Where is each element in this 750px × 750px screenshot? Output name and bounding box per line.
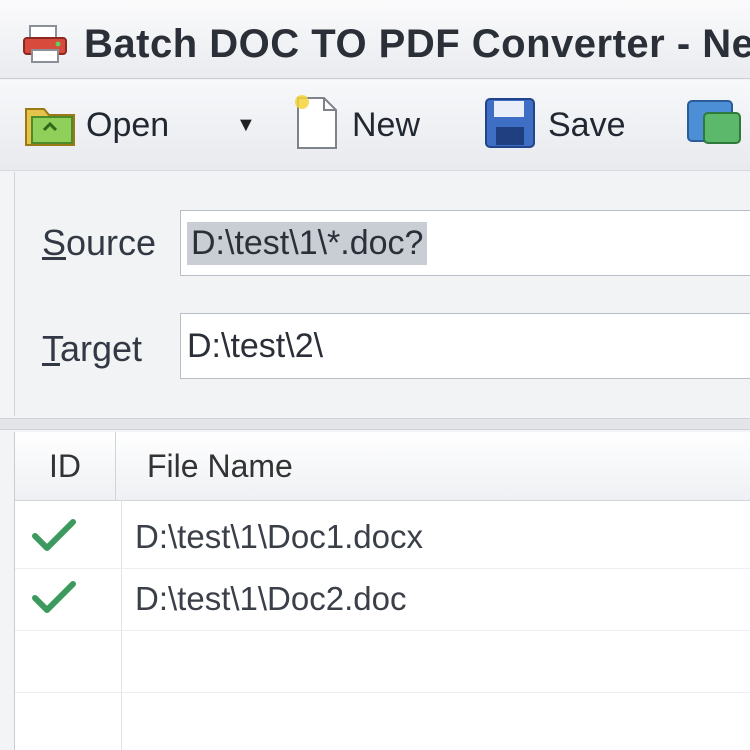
settings-panel bbox=[14, 172, 750, 416]
settings-button[interactable] bbox=[684, 94, 744, 156]
list-header: ID File Name bbox=[15, 432, 750, 501]
settings-icon bbox=[684, 95, 744, 156]
chevron-down-icon: ▼ bbox=[236, 113, 256, 136]
new-document-icon bbox=[292, 94, 342, 157]
open-label: Open bbox=[86, 105, 170, 144]
column-header-id[interactable]: ID bbox=[15, 432, 116, 500]
save-label: Save bbox=[548, 105, 626, 144]
file-name-cell: D:\test\1\Doc1.docx bbox=[135, 518, 423, 555]
new-label: New bbox=[352, 105, 421, 144]
checkmark-icon bbox=[29, 576, 79, 620]
source-value: D:\test\1\*.doc? bbox=[187, 221, 428, 265]
toolbar: Open ▼ New Save bbox=[0, 80, 750, 171]
app-printer-icon bbox=[22, 24, 68, 64]
table-row[interactable]: D:\test\1\Doc1.docx bbox=[15, 506, 750, 569]
checkmark-icon bbox=[29, 514, 79, 558]
open-dropdown-button[interactable]: ▼ bbox=[236, 94, 256, 156]
panel-splitter[interactable] bbox=[0, 418, 750, 430]
table-row-empty bbox=[15, 692, 750, 750]
save-button[interactable]: Save bbox=[482, 94, 626, 156]
table-row[interactable]: D:\test\1\Doc2.doc bbox=[15, 568, 750, 631]
file-name-cell: D:\test\1\Doc2.doc bbox=[135, 580, 407, 617]
open-folder-icon bbox=[22, 95, 78, 156]
target-value: D:\test\2\ bbox=[187, 326, 324, 365]
app-window: Batch DOC TO PDF Converter - Ne Open ▼ N… bbox=[0, 0, 750, 750]
save-disk-icon bbox=[482, 95, 538, 156]
target-label: Target bbox=[42, 328, 143, 369]
title-bar[interactable]: Batch DOC TO PDF Converter - Ne bbox=[0, 0, 750, 79]
source-label: Source bbox=[42, 222, 157, 263]
table-row-empty bbox=[15, 630, 750, 693]
window-title: Batch DOC TO PDF Converter - Ne bbox=[84, 22, 750, 66]
file-list[interactable]: ID File Name D:\test\1\Doc1.docx D:\test… bbox=[14, 432, 750, 750]
source-field[interactable]: D:\test\1\*.doc? bbox=[180, 210, 750, 276]
open-button[interactable]: Open bbox=[22, 94, 169, 156]
column-header-file-name[interactable]: File Name bbox=[147, 432, 293, 500]
target-field[interactable]: D:\test\2\ bbox=[180, 313, 750, 379]
new-button[interactable]: New bbox=[292, 94, 420, 156]
